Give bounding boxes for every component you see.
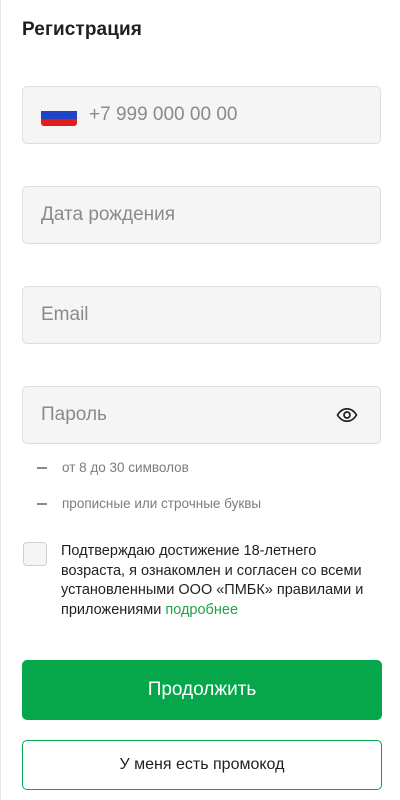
- password-rule-length: от 8 до 30 символов: [37, 460, 189, 475]
- email-input[interactable]: [41, 287, 380, 343]
- birth-date-field[interactable]: [22, 186, 381, 244]
- promo-code-button[interactable]: У меня есть промокод: [22, 740, 382, 790]
- agreement-details-link[interactable]: подробнее: [165, 602, 238, 618]
- phone-field[interactable]: [22, 86, 381, 144]
- continue-button[interactable]: Продолжить: [22, 660, 382, 720]
- password-input[interactable]: [41, 387, 336, 443]
- password-rule-text: прописные или строчные буквы: [62, 496, 262, 511]
- registration-page: Регистрация от 8 до 30 символов прописны…: [0, 0, 400, 800]
- phone-input[interactable]: [89, 87, 380, 143]
- password-rule-case: прописные или строчные буквы: [37, 496, 261, 511]
- russia-flag-icon[interactable]: [41, 104, 77, 126]
- dash-icon: [37, 466, 47, 469]
- eye-icon[interactable]: [336, 404, 358, 426]
- page-title: Регистрация: [22, 19, 142, 40]
- password-field[interactable]: [22, 386, 381, 444]
- password-rule-text: от 8 до 30 символов: [62, 460, 189, 475]
- agreement-checkbox[interactable]: [23, 542, 47, 566]
- agreement-text: Подтверждаю достижение 18-летнего возрас…: [61, 542, 371, 620]
- agreement-block: Подтверждаю достижение 18-летнего возрас…: [23, 542, 383, 620]
- email-field[interactable]: [22, 286, 381, 344]
- dash-icon: [37, 502, 47, 505]
- birth-date-input[interactable]: [41, 187, 380, 243]
